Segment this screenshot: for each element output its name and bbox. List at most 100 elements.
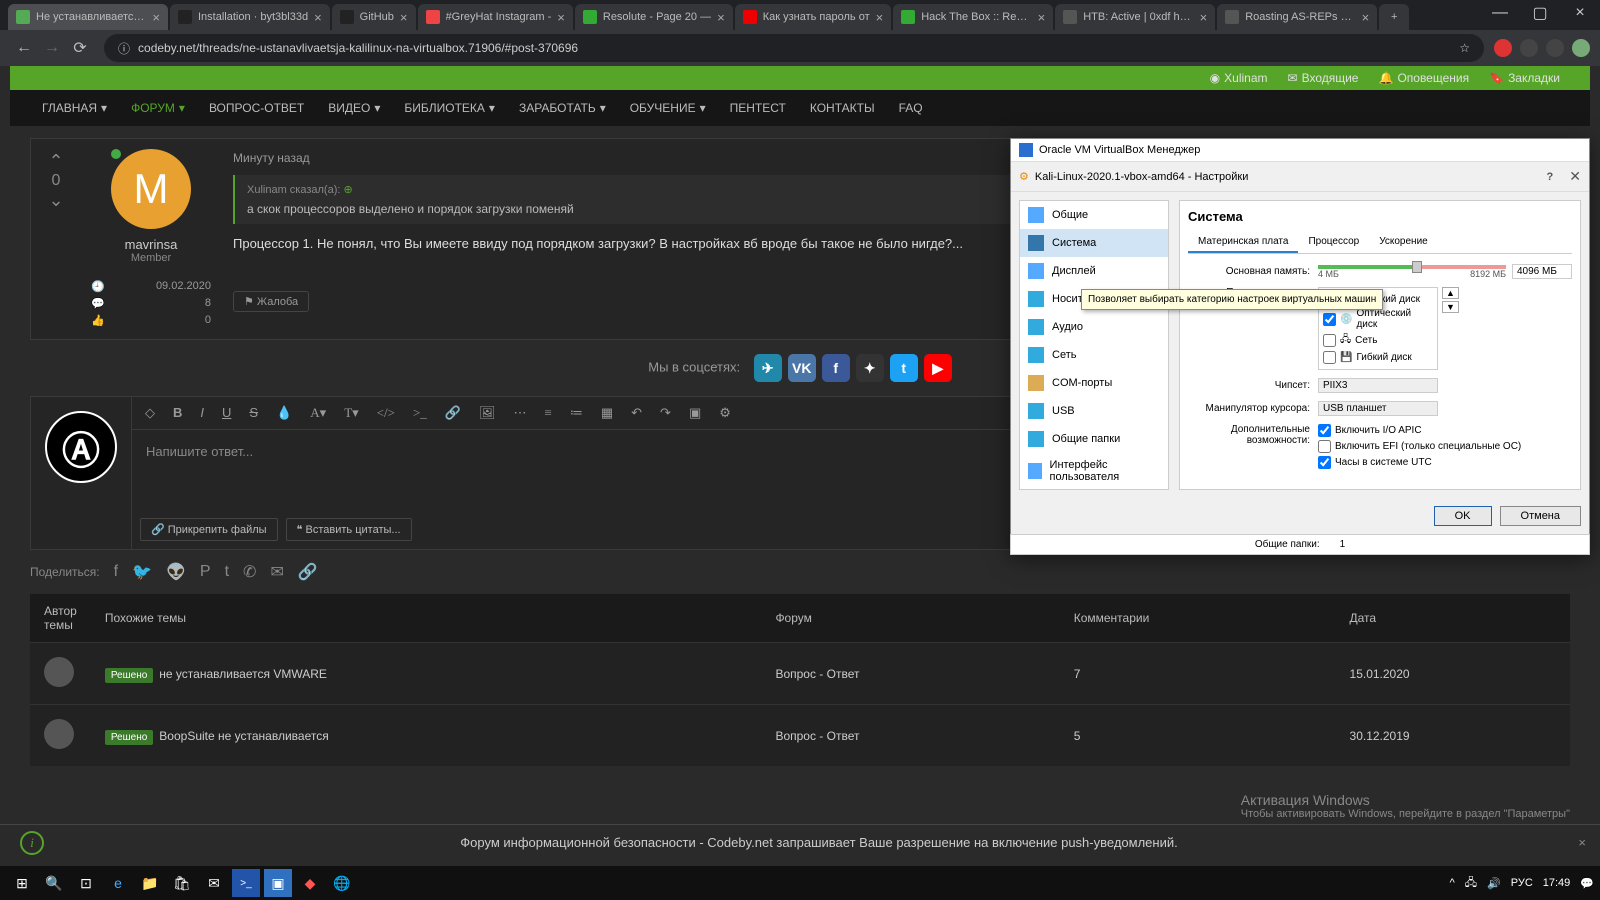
move-up-button[interactable]: ▲ xyxy=(1442,287,1459,299)
ioapic-checkbox[interactable] xyxy=(1318,424,1331,437)
tab-acceleration[interactable]: Ускорение xyxy=(1369,232,1438,253)
chevron-up-icon[interactable]: ^ xyxy=(1450,877,1455,889)
nav-contacts[interactable]: КОНТАКТЫ xyxy=(798,91,887,125)
browser-tab[interactable]: #GreyHat Instagram - × xyxy=(418,4,573,30)
star-icon[interactable]: ✦ xyxy=(856,354,884,382)
image-button[interactable]: 🖼 xyxy=(476,403,499,423)
settings-title-bar[interactable]: ⚙ Kali-Linux-2020.1-vbox-amd64 - Настрой… xyxy=(1011,162,1589,192)
minimize-button[interactable]: — xyxy=(1480,0,1520,26)
nav-earn[interactable]: ЗАРАБОТАТЬ ▾ xyxy=(507,91,618,125)
start-button[interactable]: ⊞ xyxy=(8,869,36,897)
nav-home[interactable]: ГЛАВНАЯ ▾ xyxy=(30,91,119,125)
close-icon[interactable]: × xyxy=(717,10,725,25)
mail-icon[interactable]: ✉ xyxy=(200,869,228,897)
lang-indicator[interactable]: РУС xyxy=(1511,877,1533,889)
pinterest-icon[interactable]: P xyxy=(200,563,211,581)
pointer-select[interactable]: USB планшет xyxy=(1318,401,1438,416)
more-button[interactable]: ⋯ xyxy=(510,403,529,423)
facebook-icon[interactable]: f xyxy=(822,354,850,382)
settings-icon[interactable]: ⚙ xyxy=(716,403,734,423)
category-display[interactable]: Дисплей xyxy=(1020,257,1168,285)
nav-forum[interactable]: ФОРУМ ▾ xyxy=(119,91,197,125)
category-ui[interactable]: Интерфейс пользователя xyxy=(1020,453,1168,489)
username[interactable]: mavrinsa xyxy=(91,237,211,252)
close-icon[interactable]: × xyxy=(1578,835,1586,850)
close-button[interactable]: ✕ xyxy=(1569,168,1581,185)
browser-tab[interactable]: Как узнать пароль от× xyxy=(735,4,892,30)
table-row[interactable]: Решеноне устанавливается VMWARE Вопрос -… xyxy=(30,643,1570,705)
move-down-button[interactable]: ▼ xyxy=(1442,301,1459,313)
utc-checkbox[interactable] xyxy=(1318,456,1331,469)
browser-tab[interactable]: Roasting AS-REPs – ha× xyxy=(1217,4,1377,30)
browser-tab[interactable]: HTB: Active | 0xdf hack× xyxy=(1055,4,1215,30)
twitter-icon[interactable]: t xyxy=(890,354,918,382)
extension-icon[interactable] xyxy=(1546,39,1564,57)
close-button[interactable]: × xyxy=(1560,0,1600,26)
color-button[interactable]: 💧 xyxy=(273,403,295,423)
close-icon[interactable]: × xyxy=(152,10,160,25)
virtualbox-icon[interactable]: ▣ xyxy=(264,869,292,897)
browser-tab[interactable]: Resolute - Page 20 — × xyxy=(575,4,733,30)
reload-button[interactable]: ⟳ xyxy=(66,34,94,62)
twitter-icon[interactable]: 🐦 xyxy=(132,562,152,582)
close-icon[interactable]: × xyxy=(1038,10,1046,25)
facebook-icon[interactable]: f xyxy=(114,563,118,581)
close-icon[interactable]: × xyxy=(876,10,884,25)
nav-faq[interactable]: FAQ xyxy=(887,91,935,125)
bookmarks-link[interactable]: 🔖 Закладки xyxy=(1489,71,1560,85)
nav-pentest[interactable]: ПЕНТЕСТ xyxy=(718,91,798,125)
new-tab-button[interactable]: + xyxy=(1379,4,1409,30)
help-button[interactable]: ? xyxy=(1547,171,1554,183)
inbox-link[interactable]: ✉ Входящие xyxy=(1288,71,1359,85)
terminal-button[interactable]: >_ xyxy=(410,403,430,423)
extension-icon[interactable] xyxy=(1494,39,1512,57)
avatar[interactable]: M xyxy=(111,149,191,229)
explorer-icon[interactable]: 📁 xyxy=(136,869,164,897)
attach-button[interactable]: 🔗 Прикрепить файлы xyxy=(140,518,278,541)
browser-tab[interactable]: Hack The Box :: Resolu× xyxy=(893,4,1053,30)
link-button[interactable]: 🔗 xyxy=(442,403,464,423)
table-row[interactable]: РешеноBoopSuite не устанавливается Вопро… xyxy=(30,705,1570,767)
upvote-button[interactable]: ⌃ xyxy=(48,151,63,172)
volume-icon[interactable]: 🔊 xyxy=(1487,877,1501,890)
maximize-button[interactable]: ▢ xyxy=(1520,0,1560,26)
url-input[interactable]: ⓘcodeby.net/threads/ne-ustanavlivaetsja-… xyxy=(104,34,1484,62)
nav-qa[interactable]: ВОПРОС-ОТВЕТ xyxy=(197,91,316,125)
tab-motherboard[interactable]: Материнская плата xyxy=(1188,232,1298,253)
category-usb[interactable]: USB xyxy=(1020,397,1168,425)
store-icon[interactable]: 🛍 xyxy=(168,869,196,897)
expand-icon[interactable]: ⊕ xyxy=(344,184,353,196)
whatsapp-icon[interactable]: ✆ xyxy=(243,562,256,582)
powershell-icon[interactable]: >_ xyxy=(232,869,260,897)
size-button[interactable]: T▾ xyxy=(341,403,361,423)
youtube-icon[interactable]: ▶ xyxy=(924,354,952,382)
insert-quotes-button[interactable]: ❝ Вставить цитаты... xyxy=(286,518,412,541)
category-audio[interactable]: Аудио xyxy=(1020,313,1168,341)
close-icon[interactable]: × xyxy=(314,10,322,25)
preview-button[interactable]: ▣ xyxy=(686,403,704,423)
tumblr-icon[interactable]: t xyxy=(225,563,229,581)
browser-tab[interactable]: Installation · byt3bl33d× xyxy=(170,4,330,30)
user-menu[interactable]: ◉ Xulinam xyxy=(1210,71,1268,85)
taskview-icon[interactable]: ⊡ xyxy=(72,869,100,897)
cancel-button[interactable]: Отмена xyxy=(1500,506,1581,526)
forward-button[interactable]: → xyxy=(38,34,66,62)
nav-video[interactable]: ВИДЕО ▾ xyxy=(316,91,392,125)
link-icon[interactable]: 🔗 xyxy=(298,562,318,582)
close-icon[interactable]: × xyxy=(1200,10,1208,25)
table-button[interactable]: ▦ xyxy=(598,403,616,423)
edge-icon[interactable]: e xyxy=(104,869,132,897)
category-shared[interactable]: Общие папки xyxy=(1020,425,1168,453)
profile-icon[interactable] xyxy=(1572,39,1590,57)
list-button[interactable]: ≔ xyxy=(567,403,586,423)
app-icon[interactable]: ◆ xyxy=(296,869,324,897)
report-button[interactable]: ⚑ Жалоба xyxy=(233,291,309,312)
system-tray[interactable]: ^ 🖧 🔊 РУС 17:49 💬 xyxy=(1450,874,1594,893)
italic-button[interactable]: I xyxy=(197,403,207,423)
chrome-icon[interactable]: 🌐 xyxy=(328,869,356,897)
memory-value[interactable]: 4096 МБ xyxy=(1512,264,1572,279)
underline-button[interactable]: U xyxy=(219,403,234,423)
eraser-icon[interactable]: ◇ xyxy=(142,403,158,423)
strike-button[interactable]: S xyxy=(246,403,261,423)
bold-button[interactable]: B xyxy=(170,403,185,423)
